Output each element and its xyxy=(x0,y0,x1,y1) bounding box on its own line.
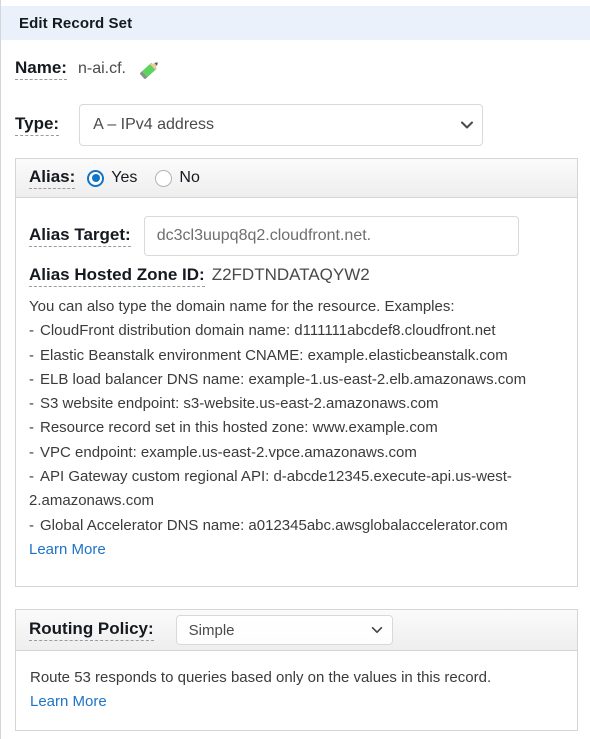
dialog-title-bar: Edit Record Set xyxy=(1,6,590,40)
pencil-icon[interactable] xyxy=(135,55,163,83)
name-value: n-ai.cf. xyxy=(77,59,126,77)
chevron-down-icon xyxy=(452,117,482,133)
alias-option-no[interactable]: No xyxy=(155,169,200,187)
alias-help-text: You can also type the domain name for th… xyxy=(29,295,565,562)
alias-example-text: VPC endpoint: example.us-east-2.vpce.ama… xyxy=(40,443,417,461)
list-bullet: - xyxy=(29,443,34,461)
alias-example-item: - API Gateway custom regional API: d-abcd… xyxy=(29,465,565,514)
alias-example-item: - Elastic Beanstalk environment CNAME: ex… xyxy=(29,344,565,368)
list-bullet: - xyxy=(29,322,34,340)
alias-hosted-zone-row: Alias Hosted Zone ID: Z2FDTNDATAQYW2 xyxy=(29,265,370,287)
alias-example-text: S3 website endpoint: s3-website.us-east-… xyxy=(40,395,439,413)
alias-example-item: - Global Accelerator DNS name: a012345abc… xyxy=(29,514,565,538)
routing-policy-description: Route 53 responds to queries based only … xyxy=(30,669,492,686)
radio-yes[interactable] xyxy=(87,169,105,187)
radio-no[interactable] xyxy=(155,169,173,187)
alias-example-item: - Resource record set in this hosted zone… xyxy=(29,416,565,440)
alias-radio-group: Yes No xyxy=(87,169,218,187)
alias-option-yes[interactable]: Yes xyxy=(87,169,137,187)
alias-example-list: - CloudFront distribution domain name: d1… xyxy=(29,319,565,538)
alias-example-text: Resource record set in this hosted zone:… xyxy=(40,419,438,437)
radio-yes-label: Yes xyxy=(111,169,138,186)
alias-example-item: - CloudFront distribution domain name: d1… xyxy=(29,319,565,343)
name-field-row: Name: n-ai.cf. xyxy=(15,58,160,80)
type-select-value: A – IPv4 address xyxy=(93,116,215,133)
alias-example-item: - VPC endpoint: example.us-east-2.vpce.am… xyxy=(29,441,565,465)
alias-learn-more-link[interactable]: Learn More xyxy=(29,538,106,562)
alias-example-item: - S3 website endpoint: s3-website.us-east… xyxy=(29,392,565,416)
list-bullet: - xyxy=(29,395,34,413)
alias-target-label: Alias Target: xyxy=(29,225,131,247)
alias-help-intro: You can also type the domain name for th… xyxy=(29,298,455,315)
alias-target-row: Alias Target: xyxy=(29,216,519,256)
radio-no-label: No xyxy=(179,169,200,186)
type-select[interactable]: A – IPv4 address xyxy=(79,104,484,146)
alias-panel: Alias: Yes No Alias Target: Alias Hosted… xyxy=(15,158,578,587)
list-bullet: - xyxy=(29,516,34,534)
alias-example-item: - ELB load balancer DNS name: example-1.u… xyxy=(29,368,565,392)
routing-policy-learn-more-link[interactable]: Learn More xyxy=(30,690,107,714)
alias-example-text: CloudFront distribution domain name: d11… xyxy=(40,322,496,340)
list-bullet: - xyxy=(29,370,34,388)
alias-example-text: ELB load balancer DNS name: example-1.us… xyxy=(40,370,527,388)
list-bullet: - xyxy=(29,346,34,364)
routing-policy-body: Route 53 responds to queries based only … xyxy=(30,666,564,715)
alias-example-text: API Gateway custom regional API: d-abcde… xyxy=(29,468,512,510)
type-field-row: Type: A – IPv4 address xyxy=(15,104,484,146)
routing-policy-panel: Routing Policy: Simple Route 53 responds… xyxy=(15,609,578,731)
name-label: Name: xyxy=(15,58,67,80)
alias-hosted-zone-value: Z2FDTNDATAQYW2 xyxy=(211,265,370,284)
alias-hosted-zone-label: Alias Hosted Zone ID: xyxy=(29,265,205,287)
type-label: Type: xyxy=(15,114,60,136)
list-bullet: - xyxy=(29,468,34,486)
routing-policy-select[interactable]: Simple xyxy=(175,615,393,645)
list-bullet: - xyxy=(29,419,34,437)
routing-policy-label: Routing Policy: xyxy=(29,619,154,641)
alias-label: Alias: xyxy=(29,167,76,189)
page-title: Edit Record Set xyxy=(19,14,133,32)
alias-example-text: Elastic Beanstalk environment CNAME: exa… xyxy=(40,346,508,364)
routing-policy-header: Routing Policy: Simple xyxy=(16,610,577,651)
alias-target-input[interactable] xyxy=(143,216,519,256)
routing-policy-select-value: Simple xyxy=(188,621,235,639)
chevron-down-icon xyxy=(362,623,392,637)
alias-example-text: Global Accelerator DNS name: a012345abc.… xyxy=(40,516,508,534)
alias-panel-header: Alias: Yes No xyxy=(16,159,577,198)
